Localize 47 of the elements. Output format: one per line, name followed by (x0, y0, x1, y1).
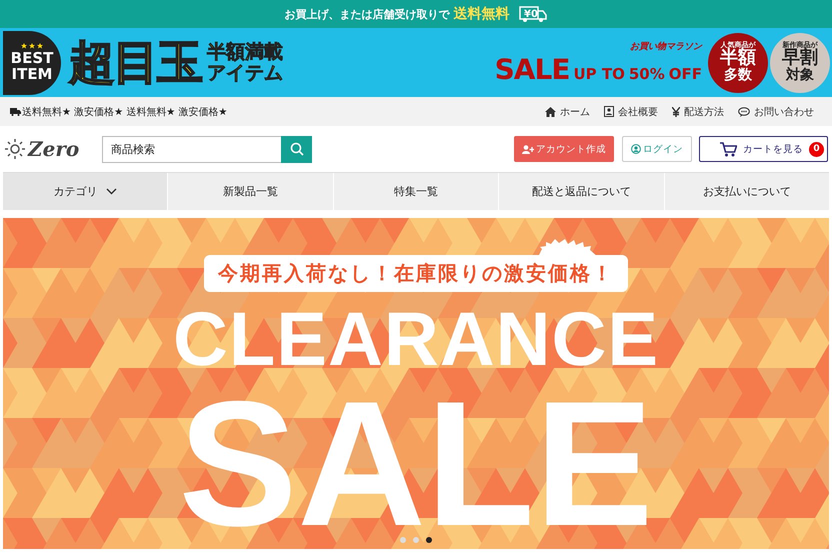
banner-subline: 半額満載 (207, 42, 283, 62)
up-to-text: UP TO (573, 64, 625, 82)
id-card-icon (604, 106, 614, 117)
banner-headline: 超目玉 (69, 34, 201, 90)
off-text: OFF (668, 64, 702, 82)
truck-icon (10, 108, 21, 116)
nav-tab[interactable]: カテゴリ (3, 173, 168, 210)
user-icon (631, 144, 641, 154)
circle-headline: 早割 (782, 49, 818, 68)
sale-text: SALE (494, 52, 570, 86)
circle-headline: 半額 (720, 49, 756, 68)
clearance-title: CLEARANCE (172, 302, 660, 378)
cart-label: カートを見る (743, 142, 803, 156)
free-shipping-text: 送料無料 (454, 5, 510, 23)
top-link[interactable]: 配送方法 (672, 104, 724, 118)
chat-icon (738, 106, 750, 116)
search-field[interactable]: 商品検索 (102, 136, 281, 162)
chevron-down-icon (106, 188, 117, 195)
marathon-text: お買い物マラソン (630, 40, 702, 52)
cart-button[interactable]: カートを見る 0 (699, 136, 828, 162)
circle-label: 多数 (724, 68, 752, 83)
announcement-text: お買上げ、または店舗受け取りで (284, 6, 450, 22)
circle-label: 対象 (786, 68, 814, 83)
yen-icon (672, 106, 680, 116)
logo-text: Zero (28, 137, 80, 161)
user-plus-icon (522, 144, 534, 154)
starburst-icon (538, 239, 598, 257)
top-link[interactable]: お問い合わせ (738, 104, 814, 118)
cart-icon (720, 142, 737, 156)
search-icon (290, 142, 304, 156)
percent-text: 50% (628, 64, 665, 82)
top-link[interactable]: 会社概要 (604, 104, 658, 118)
ticker-text: 送料無料★ 激安価格★ 送料無料★ 激安価格★ (22, 106, 228, 118)
badge-text: BEST (10, 50, 54, 66)
nav-tab[interactable]: 配送と返品について (499, 173, 665, 210)
home-icon (545, 106, 556, 116)
nav-tab[interactable]: お支払いについて (664, 173, 830, 210)
sun-icon (4, 138, 26, 160)
banner-subline: アイテム (207, 62, 283, 84)
stars-icon (21, 42, 43, 49)
cart-count-badge: 0 (809, 142, 824, 156)
badge-text: ITEM (12, 66, 52, 82)
top-link[interactable]: ホーム (545, 104, 590, 118)
search-button[interactable] (281, 136, 312, 162)
nav-tab[interactable]: 新製品一覧 (168, 173, 334, 210)
sale-title: SALE (178, 400, 654, 528)
nav-tab[interactable]: 特集一覧 (334, 173, 500, 210)
